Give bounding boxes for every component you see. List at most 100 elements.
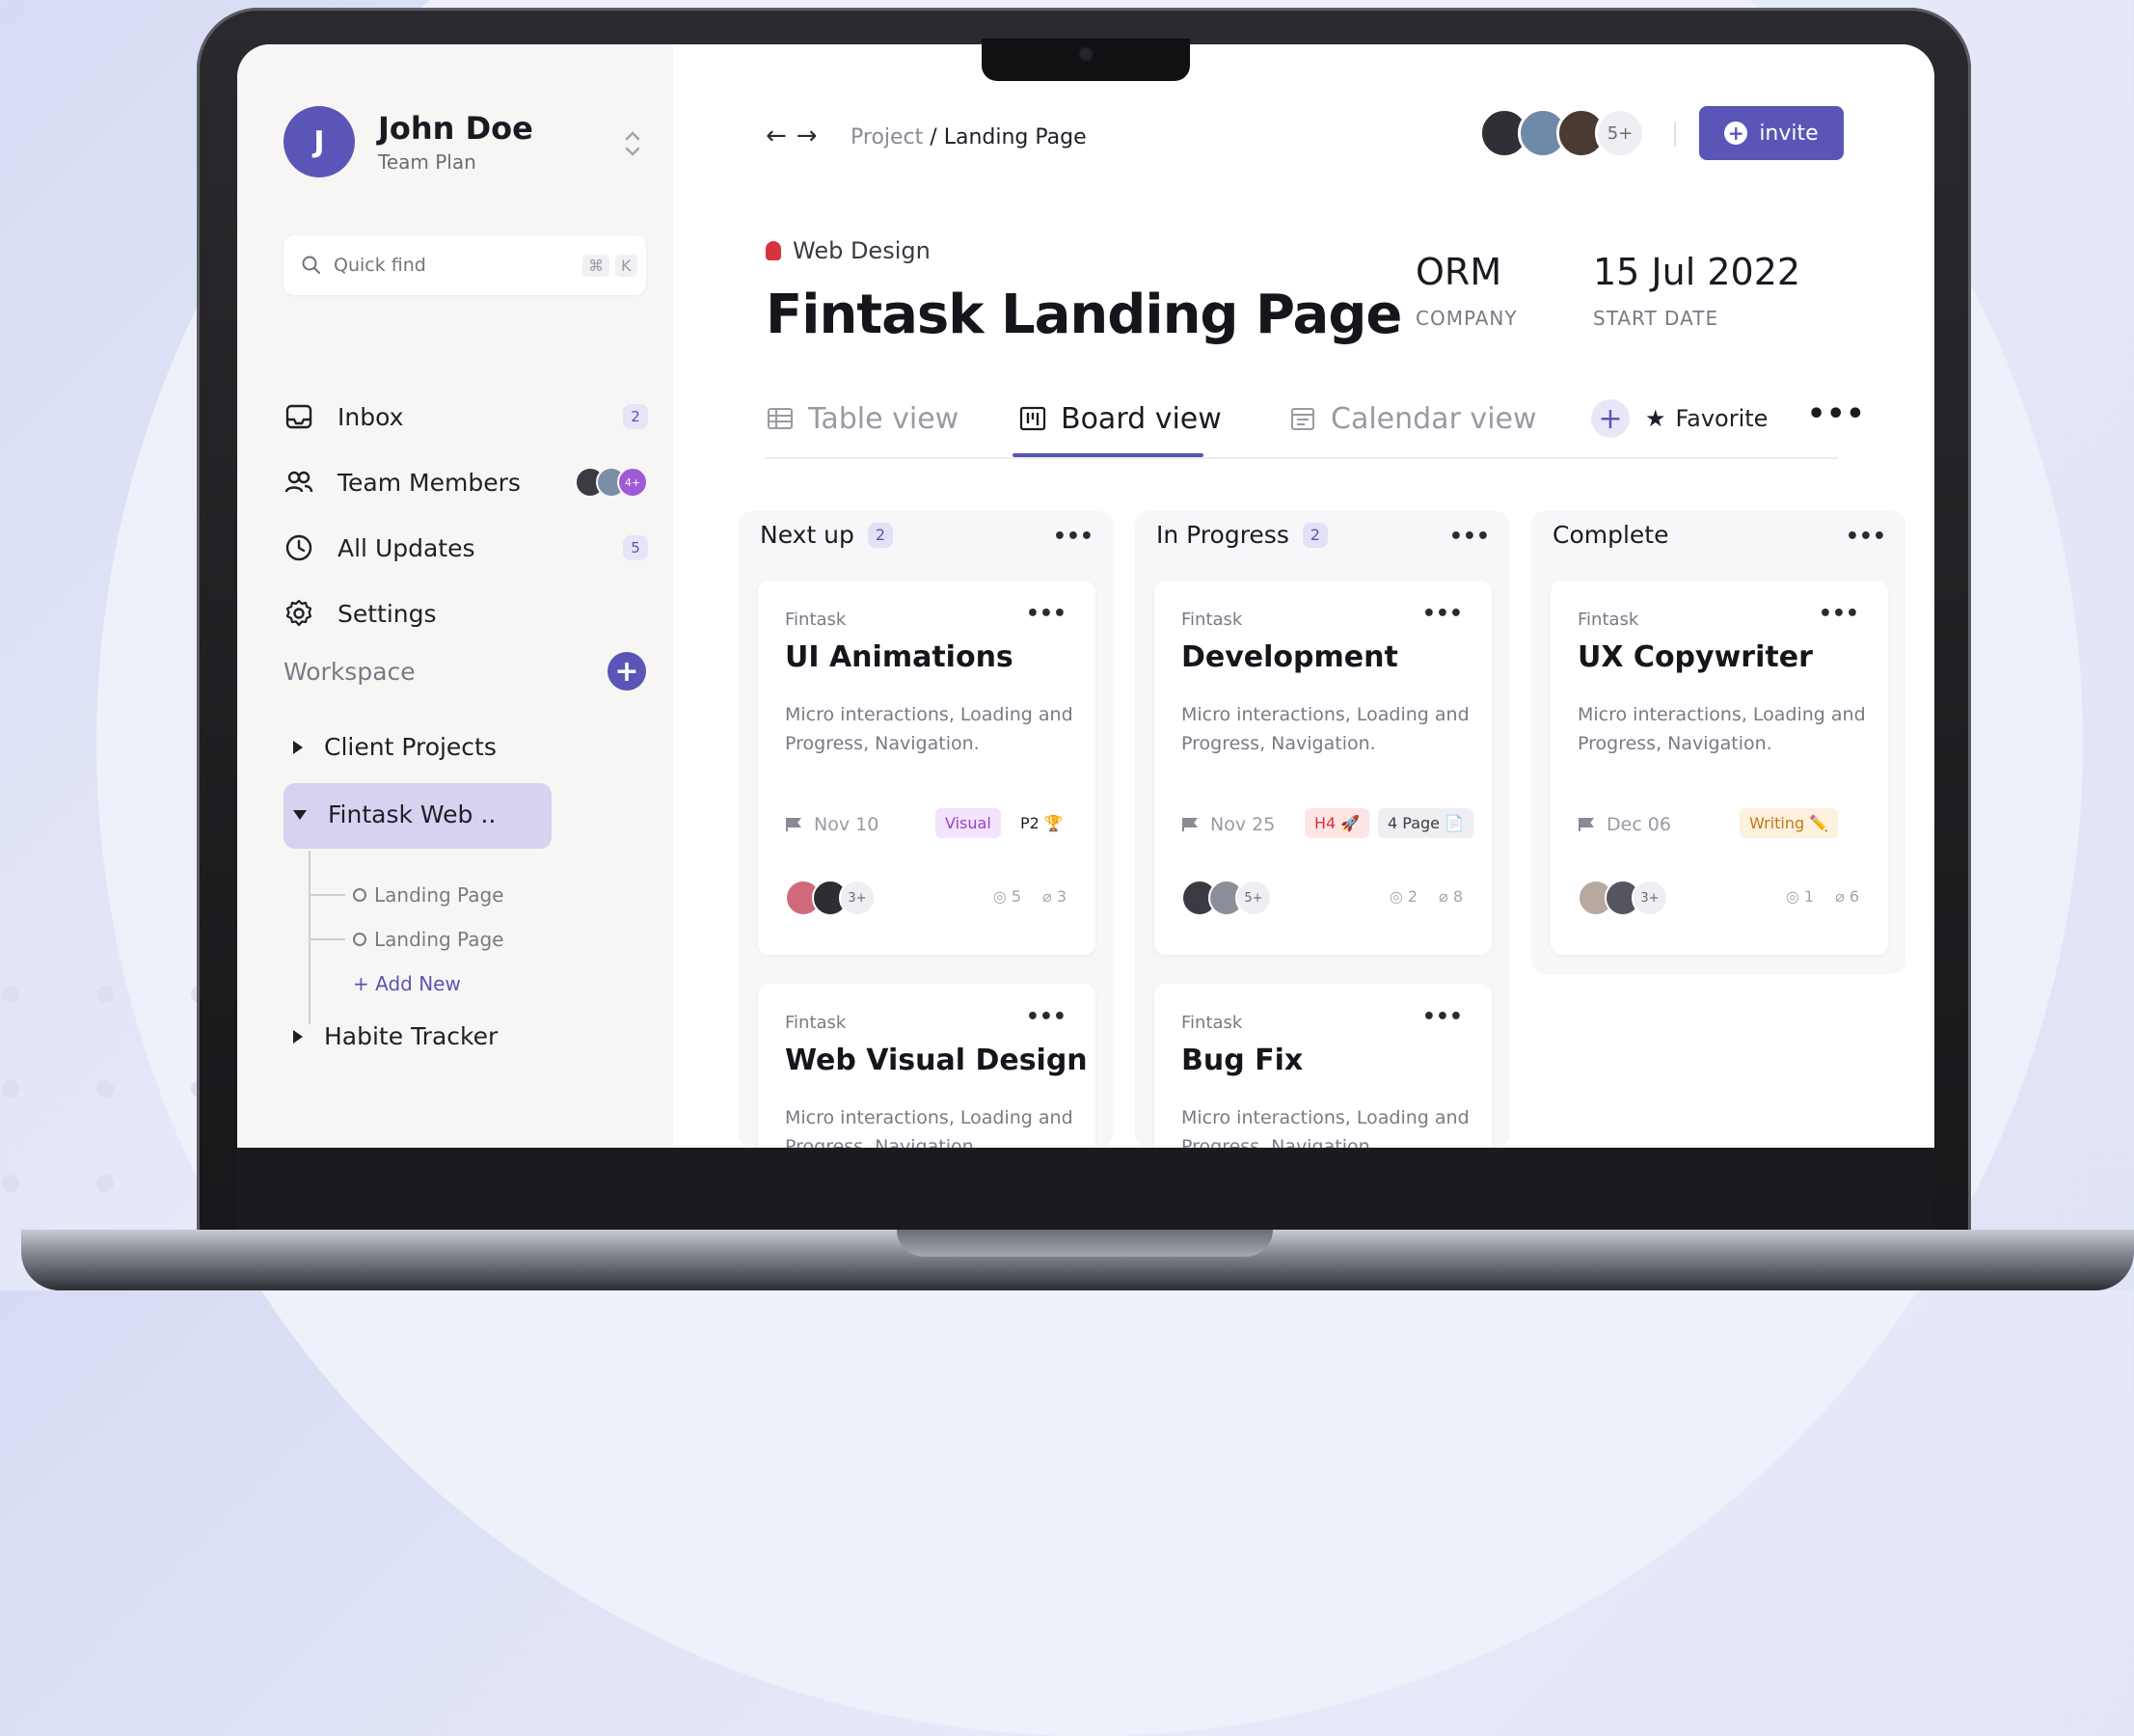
gear-icon bbox=[285, 599, 312, 627]
card-brand: Fintask bbox=[785, 1013, 847, 1033]
pin-icon bbox=[766, 241, 781, 260]
more-assignees-badge: 5+ bbox=[1235, 880, 1272, 916]
table-icon bbox=[768, 408, 793, 429]
subtree-item-label: Landing Page bbox=[374, 883, 504, 907]
workspace-item-fintask-web[interactable]: Fintask Web .. bbox=[293, 800, 496, 828]
flag-icon bbox=[1182, 818, 1198, 831]
search-input[interactable] bbox=[332, 254, 577, 277]
workspace-item-habite-tracker[interactable]: Habite Tracker bbox=[293, 1022, 498, 1050]
avatar: J bbox=[284, 106, 355, 177]
card-title: UX Copywriter bbox=[1578, 640, 1813, 674]
card-more-button[interactable]: ••• bbox=[1422, 602, 1463, 626]
subtree-item-landing-page-2[interactable]: Landing Page bbox=[308, 928, 503, 951]
column-more-button[interactable]: ••• bbox=[1449, 525, 1490, 549]
column-title: In Progress bbox=[1156, 521, 1289, 549]
add-view-button[interactable]: + bbox=[1591, 399, 1630, 438]
breadcrumb-parent[interactable]: Project bbox=[851, 125, 923, 149]
caret-right-icon bbox=[293, 1029, 303, 1044]
card-description: Micro interactions, Loading and Progress… bbox=[785, 704, 1073, 754]
team-avatars[interactable]: 5+ bbox=[1479, 108, 1645, 158]
sidebar-item-settings[interactable]: Settings bbox=[284, 588, 648, 638]
search-icon bbox=[302, 256, 320, 274]
project-category: Web Design bbox=[766, 237, 931, 264]
card-brand: Fintask bbox=[1578, 610, 1639, 630]
subtree-item-landing-page[interactable]: Landing Page bbox=[308, 883, 504, 907]
card-title: UI Animations bbox=[785, 640, 1013, 674]
sidebar-item-team-members[interactable]: Team Members 4+ bbox=[284, 457, 648, 507]
board-icon bbox=[1019, 406, 1046, 431]
sidebar-item-all-updates[interactable]: All Updates 5 bbox=[284, 523, 648, 573]
due-date-text: Nov 25 bbox=[1210, 814, 1276, 835]
shortcut-key-cmd: ⌘ bbox=[582, 254, 609, 277]
invite-label: invite bbox=[1759, 121, 1819, 146]
user-profile[interactable]: J John Doe Team Plan bbox=[284, 106, 533, 177]
column-count-badge: 2 bbox=[1302, 522, 1328, 548]
card-assignees: 3+ bbox=[1578, 880, 1668, 916]
task-card[interactable]: Fintask ••• UX Copywriter Micro interact… bbox=[1551, 581, 1888, 955]
sidebar-item-inbox[interactable]: Inbox 2 bbox=[284, 392, 648, 442]
column-header: Complete bbox=[1553, 521, 1668, 549]
company-meta: ORM COMPANY bbox=[1416, 251, 1518, 330]
sidebar: J John Doe Team Plan ⌘ K Inbox bbox=[237, 44, 673, 1148]
tab-table-view[interactable]: Table view bbox=[766, 392, 959, 446]
task-card[interactable]: Fintask ••• Web Visual Design Micro inte… bbox=[758, 984, 1095, 1148]
add-workspace-button[interactable]: + bbox=[608, 652, 646, 691]
card-assignees: 3+ bbox=[785, 880, 876, 916]
forward-arrow-icon[interactable]: → bbox=[797, 122, 827, 150]
count-badge: 5 bbox=[623, 535, 648, 560]
count-badge: 2 bbox=[623, 404, 648, 429]
tab-calendar-view[interactable]: Calendar view bbox=[1288, 392, 1537, 446]
more-options-button[interactable]: ••• bbox=[1807, 397, 1866, 431]
view-tabs: Table view Board view Calendar view + ★ bbox=[766, 392, 1865, 459]
quick-find[interactable]: ⌘ K bbox=[284, 235, 646, 295]
column-more-button[interactable]: ••• bbox=[1846, 525, 1886, 549]
breadcrumb-current: Landing Page bbox=[943, 125, 1087, 149]
task-card[interactable]: Fintask ••• UI Animations Micro interact… bbox=[758, 581, 1095, 955]
workspace-item-client-projects[interactable]: Client Projects bbox=[293, 733, 497, 761]
attachment-count: ⌀ 8 bbox=[1439, 887, 1463, 906]
start-date-label: START DATE bbox=[1593, 307, 1719, 330]
card-due-date: Nov 10 bbox=[785, 814, 878, 835]
column-more-button[interactable]: ••• bbox=[1053, 525, 1094, 549]
tag-badge: Writing ✏️ bbox=[1740, 808, 1839, 838]
caret-down-icon bbox=[293, 809, 307, 820]
card-stats: ◎ 5 ⌀ 3 bbox=[993, 887, 1067, 906]
circle-icon bbox=[353, 933, 366, 946]
breadcrumb-separator: / bbox=[930, 125, 937, 149]
column-title: Complete bbox=[1553, 521, 1669, 549]
workspace-item-label: Client Projects bbox=[324, 733, 497, 761]
team-icon bbox=[284, 471, 313, 493]
favorite-label: Favorite bbox=[1675, 405, 1769, 432]
star-icon: ★ bbox=[1645, 405, 1666, 432]
tab-label: Calendar view bbox=[1331, 401, 1537, 436]
card-more-button[interactable]: ••• bbox=[1026, 602, 1067, 626]
app-screen: J John Doe Team Plan ⌘ K Inbox bbox=[237, 44, 1934, 1148]
card-assignees: 5+ bbox=[1181, 880, 1272, 916]
card-more-button[interactable]: ••• bbox=[1026, 1005, 1067, 1029]
card-more-button[interactable]: ••• bbox=[1422, 1005, 1463, 1029]
board-column-next-up: Next up 2 ••• Fintask ••• UI Animations … bbox=[739, 511, 1113, 1148]
sidebar-item-label: Team Members bbox=[338, 468, 521, 497]
attachment-count: ⌀ 6 bbox=[1835, 887, 1859, 906]
column-title: Next up bbox=[760, 521, 854, 549]
card-more-button[interactable]: ••• bbox=[1819, 602, 1859, 626]
card-stats: ◎ 2 ⌀ 8 bbox=[1390, 887, 1463, 906]
column-header: In Progress 2 bbox=[1156, 521, 1328, 549]
card-stats: ◎ 1 ⌀ 6 bbox=[1786, 887, 1859, 906]
add-new-link[interactable]: + Add New bbox=[353, 972, 461, 995]
back-arrow-icon[interactable]: ← bbox=[766, 122, 797, 150]
sidebar-item-label: All Updates bbox=[338, 533, 475, 562]
tag-badge: Visual bbox=[935, 808, 1001, 838]
comment-count: ◎ 5 bbox=[992, 887, 1022, 906]
task-card[interactable]: Fintask ••• Development Micro interactio… bbox=[1154, 581, 1492, 955]
team-avatars: 4+ bbox=[575, 467, 648, 498]
comment-count: ◎ 1 bbox=[1785, 887, 1815, 906]
board-column-complete: Complete ••• Fintask ••• UX Copywriter M… bbox=[1531, 511, 1905, 974]
chevron-updown-icon[interactable] bbox=[623, 127, 642, 160]
favorite-button[interactable]: ★ Favorite bbox=[1645, 405, 1768, 432]
laptop-bezel bbox=[237, 1148, 1934, 1230]
circle-icon bbox=[353, 888, 366, 902]
tab-board-view[interactable]: Board view bbox=[1018, 392, 1222, 446]
invite-button[interactable]: + invite bbox=[1699, 106, 1844, 160]
task-card[interactable]: Fintask ••• Bug Fix Micro interactions, … bbox=[1154, 984, 1492, 1148]
